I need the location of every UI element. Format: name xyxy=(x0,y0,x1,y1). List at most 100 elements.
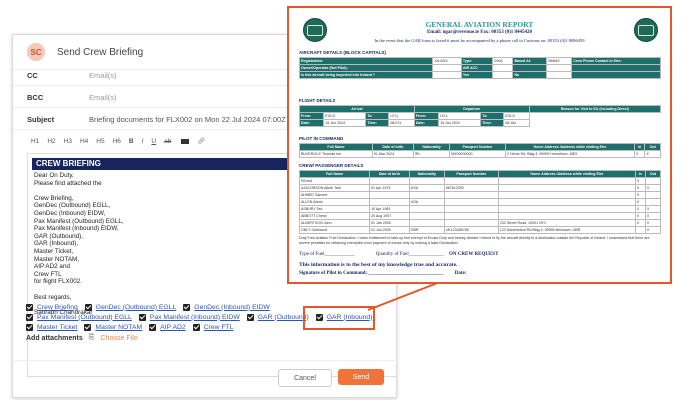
checkbox-icon[interactable] xyxy=(26,323,33,331)
table-header-cell: Date of birth xyxy=(369,170,410,178)
table-cell: No xyxy=(512,71,548,79)
table-cell: 01 Jun 2000 xyxy=(369,226,410,234)
table-cell: X xyxy=(644,150,661,158)
table-header-cell: Arrival xyxy=(299,105,415,113)
gar-inbound-highlight xyxy=(303,306,375,330)
table-cell xyxy=(408,205,445,213)
bcc-input[interactable]: Email(s) xyxy=(89,93,117,102)
table-cell: AIR ACC xyxy=(460,64,493,72)
underline-button[interactable]: U xyxy=(151,138,156,145)
table-cell: EGLG xyxy=(503,112,530,120)
cancel-button[interactable]: Cancel xyxy=(278,369,332,387)
table-cell xyxy=(497,198,636,206)
table-cell: LFLL xyxy=(388,112,415,120)
choose-file-button[interactable]: Choose File xyxy=(100,335,137,342)
table-cell: X xyxy=(634,205,646,213)
table-cell: ALLEN Alexis xyxy=(298,198,371,206)
attachment-gendec-inbound[interactable]: GenDec (Inbound) EIDW xyxy=(194,304,270,311)
heading-1-button[interactable]: H1 xyxy=(31,138,39,145)
table-cell: X xyxy=(644,219,662,227)
attachment-aip-ad2[interactable]: AIP AD2 xyxy=(160,324,186,331)
checkbox-icon[interactable] xyxy=(84,303,92,311)
date-label: Date: xyxy=(454,271,467,276)
checkbox-icon[interactable] xyxy=(84,323,92,331)
footer-divider xyxy=(12,360,397,361)
table-header-cell: In xyxy=(634,170,646,178)
heading-3-button[interactable]: H3 xyxy=(64,138,72,145)
table-cell: Owner/Operator (Not Pilot): xyxy=(298,64,434,72)
checkbox-icon[interactable] xyxy=(149,323,157,331)
table-cell: ASBURY Ted xyxy=(298,205,371,213)
attachment-pax-manifest-outbound[interactable]: Pax Manifest (Outbound) EGLL xyxy=(37,314,132,321)
attachment-master-notam[interactable]: Master NOTAM xyxy=(95,324,142,331)
table-header-row: Full Name Date of birth Nationality Passpor… xyxy=(299,143,661,151)
table-cell: USA xyxy=(408,184,445,192)
italic-button[interactable]: I xyxy=(142,138,144,145)
table-header-row: Full Name Date of birth Nationality Passpor… xyxy=(298,170,662,178)
attachment-crew-briefing[interactable]: Crew Briefing xyxy=(37,304,78,311)
signature-label: Signature of Pilot in Command: _________… xyxy=(299,271,444,276)
fuel-quantity-label: Quantity of Fuel______________ xyxy=(375,252,444,257)
table-cell: MMMX xyxy=(546,57,573,65)
table-cell: Crew Phone Contact in Eire: xyxy=(571,57,661,65)
table-cell xyxy=(443,205,499,213)
attachment-gendec-outbound[interactable]: GenDec (Outbound) EGLL xyxy=(96,304,176,311)
pilot-table: Full Name Date of birth Nationality Passpor… xyxy=(299,143,661,158)
message-line xyxy=(34,286,396,294)
table-cell: Date: xyxy=(298,119,325,127)
table-cell xyxy=(443,198,499,206)
table-row: Date: 15 Jun 2024 Time: 08:07z Date: 15 Jun 2… xyxy=(298,119,661,127)
table-cell xyxy=(408,212,445,220)
table-cell: To: xyxy=(480,112,505,120)
table-cell: 123 Nonexistent Rd Bldg 4, 99999 Newtown… xyxy=(497,226,636,234)
attachment-crew-ftl[interactable]: Crew FTL xyxy=(204,324,234,331)
checkbox-icon[interactable] xyxy=(183,303,191,311)
strikethrough-button[interactable]: ab xyxy=(164,138,171,145)
send-button[interactable]: Send xyxy=(338,369,384,385)
table-row: Is this aircraft being imported into Ire… xyxy=(298,71,661,79)
table-cell: BUVERGUY Thomas Ine xyxy=(299,150,373,158)
attachment-pax-manifest-inbound[interactable]: Pax Manifest (Inbound) EIDW xyxy=(150,314,240,321)
heading-5-button[interactable]: H5 xyxy=(96,138,104,145)
table-cell xyxy=(497,177,636,185)
table-cell: From: xyxy=(413,112,440,120)
crew-section-title: CREW/ PASSENGER DETAILS xyxy=(299,163,364,168)
table-cell: 232 Street Road, 10001 NYC xyxy=(497,219,636,227)
table-cell: X xyxy=(634,219,646,227)
table-cell xyxy=(432,64,462,72)
attachment-gar-outbound[interactable]: GAR (Outbound) xyxy=(258,314,309,321)
attachment-master-ticket[interactable]: Master Ticket xyxy=(37,324,77,331)
table-cell xyxy=(408,219,445,227)
table-cell xyxy=(408,177,445,185)
color-swatch-icon[interactable] xyxy=(181,138,190,144)
checkbox-icon[interactable] xyxy=(246,313,254,321)
fuel-crew-request: ON CREW REQUEST xyxy=(449,252,499,257)
table-header-cell: Out xyxy=(644,170,662,178)
table-cell: ONLY Outbound xyxy=(298,226,371,234)
heading-6-button[interactable]: H6 xyxy=(113,138,121,145)
table-cell: Yes xyxy=(460,71,493,79)
link-icon[interactable]: 🔗︎ xyxy=(197,137,205,145)
flight-section-title: FLIGHT DETAILS xyxy=(299,98,336,103)
heading-4-button[interactable]: H4 xyxy=(80,138,88,145)
table-header-cell: In xyxy=(633,143,646,151)
table-cell: X xyxy=(644,212,662,220)
table-cell: Is this aircraft being imported into Ire… xyxy=(298,71,434,79)
table-cell xyxy=(546,64,573,72)
table-cell xyxy=(443,177,499,185)
table-header-row: Arrival Departure Reason for Visit to EU (… xyxy=(299,105,662,113)
table-cell: X xyxy=(634,184,646,192)
subject-label: Subject xyxy=(27,114,55,124)
fuel-type-label: Type of Fuel____________ xyxy=(299,252,355,257)
cc-input[interactable]: Email(s) xyxy=(89,71,117,80)
heading-2-button[interactable]: H2 xyxy=(47,138,55,145)
table-cell: X xyxy=(634,212,646,220)
checkbox-icon[interactable] xyxy=(138,313,146,321)
checkbox-icon[interactable] xyxy=(192,323,200,331)
table-row: From: EGLG To: LFLL From: LFLL To: EGLG xyxy=(298,112,661,120)
checkbox-icon[interactable] xyxy=(26,313,33,321)
bold-button[interactable]: B xyxy=(129,138,134,145)
table-cell: Date: xyxy=(413,119,440,127)
checkbox-icon[interactable] xyxy=(26,303,33,311)
table-header-cell: Reason for Visit to EU (Including Direct… xyxy=(528,105,662,113)
